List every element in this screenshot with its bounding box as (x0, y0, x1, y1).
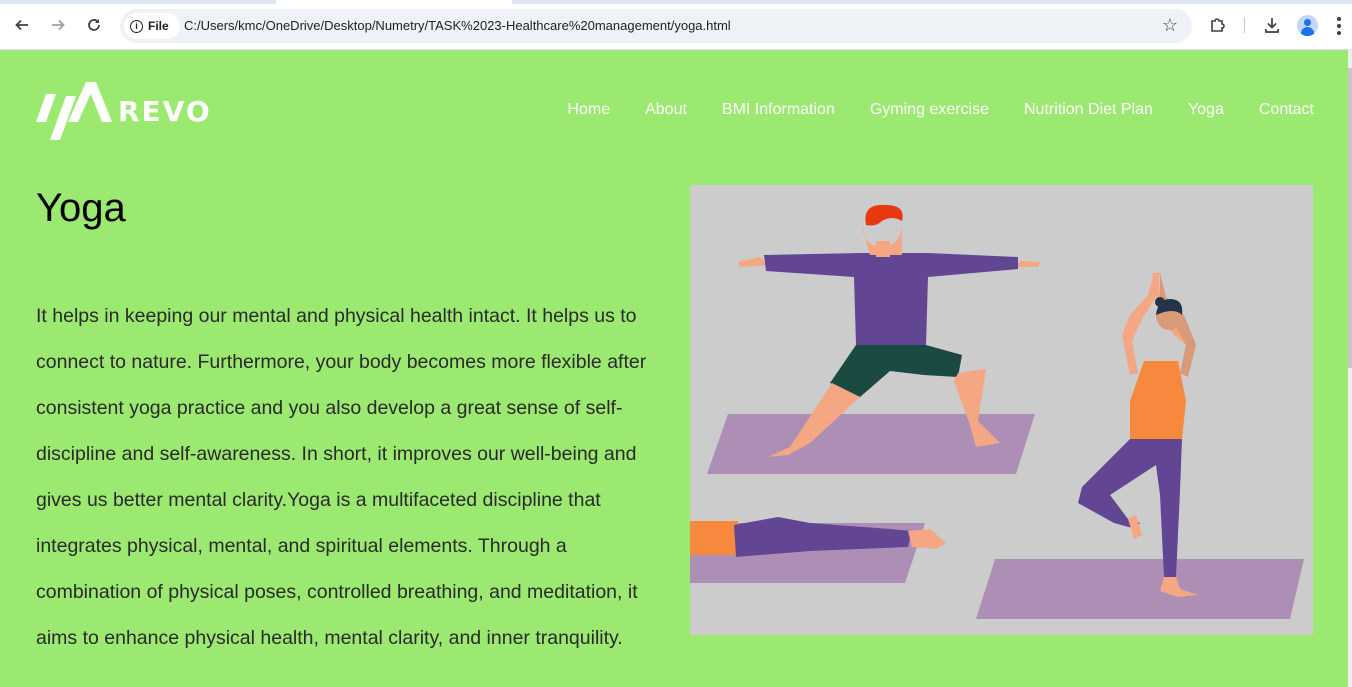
menu-kebab-icon[interactable] (1337, 17, 1341, 35)
nav-bmi-information[interactable]: BMI Information (722, 101, 835, 119)
toolbar-separator (1244, 17, 1245, 33)
nav-nutrition-diet-plan[interactable]: Nutrition Diet Plan (1024, 101, 1153, 119)
url-text[interactable]: C:/Users/kmc/OneDrive/Desktop/Numetry/TA… (184, 18, 731, 33)
download-icon (1265, 18, 1279, 33)
page-title: Yoga (36, 186, 126, 230)
browser-toolbar: i File C:/Users/kmc/OneDrive/Desktop/Num… (0, 0, 1352, 50)
tab-strip-edge (0, 0, 1352, 4)
yoga-mat-bottom-right (976, 559, 1304, 619)
woman-tree-pose (1078, 273, 1198, 597)
nav-about[interactable]: About (645, 101, 687, 119)
yoga-description: It helps in keeping our mental and physi… (36, 305, 647, 649)
site-logo[interactable]: REVO (36, 82, 212, 140)
scrollbar-thumb[interactable] (1348, 68, 1352, 368)
bookmark-star-icon[interactable]: ☆ (1162, 15, 1178, 36)
nav-home[interactable]: Home (567, 101, 610, 119)
reload-button[interactable] (80, 11, 108, 39)
back-button[interactable] (8, 11, 36, 39)
forward-button[interactable] (44, 11, 72, 39)
info-icon: i (130, 19, 143, 33)
reload-icon (88, 19, 100, 31)
forward-arrow-icon (52, 19, 65, 31)
extensions-button[interactable] (1206, 11, 1230, 39)
downloads-button[interactable] (1260, 11, 1284, 39)
site-info-chip[interactable]: i File (124, 13, 180, 39)
logo-mark-icon (36, 82, 112, 140)
site-info-label: File (148, 19, 169, 33)
back-arrow-icon (15, 19, 28, 31)
puzzle-icon (1211, 18, 1225, 32)
brand-name: REVO (118, 94, 212, 128)
main-navigation: Home About BMI Information Gyming exerci… (567, 101, 1314, 119)
nav-yoga[interactable]: Yoga (1188, 101, 1224, 119)
yoga-illustration (690, 185, 1313, 635)
nav-contact[interactable]: Contact (1259, 101, 1314, 119)
page-scrollbar[interactable] (1348, 50, 1352, 687)
nav-gyming-exercise[interactable]: Gyming exercise (870, 101, 989, 119)
address-bar[interactable]: i File C:/Users/kmc/OneDrive/Desktop/Num… (120, 9, 1192, 43)
profile-avatar[interactable] (1297, 15, 1318, 36)
